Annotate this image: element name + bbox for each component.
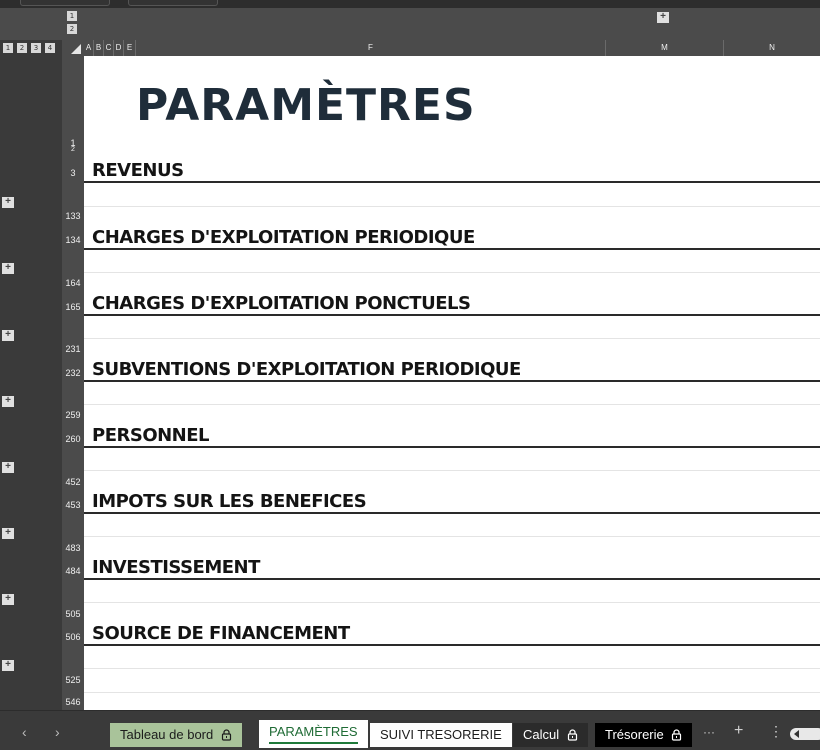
column-header-a[interactable]: A <box>84 40 94 56</box>
window-tab-stub <box>20 0 110 6</box>
section-label: IMPOTS SUR LES BENEFICES <box>92 491 367 512</box>
section-investissement[interactable]: INVESTISSEMENT <box>84 554 820 580</box>
expand-rows-icon[interactable]: + <box>2 462 14 473</box>
tab-label: Calcul <box>523 727 560 742</box>
active-tab-underline <box>269 742 358 744</box>
row-divider <box>84 470 820 471</box>
column-header-c[interactable]: C <box>104 40 114 56</box>
column-header-e[interactable]: E <box>124 40 136 56</box>
expand-rows-icon[interactable]: + <box>2 594 14 605</box>
column-outline-level-1[interactable]: 1 <box>67 11 77 21</box>
tab-suivi-tresorerie[interactable]: SUIVI TRESORERIE <box>370 723 512 747</box>
section-label: PERSONNEL <box>92 425 210 446</box>
row-header[interactable]: 165 <box>62 302 84 312</box>
expand-rows-icon[interactable]: + <box>2 660 14 671</box>
tab-label: SUIVI TRESORERIE <box>380 727 502 742</box>
options-icon[interactable]: ⋮ <box>769 723 783 740</box>
expand-columns-icon[interactable]: + <box>657 12 669 23</box>
more-sheets-icon[interactable]: ··· <box>703 725 715 739</box>
row-header[interactable]: 134 <box>62 235 84 245</box>
row-divider <box>84 206 820 207</box>
expand-rows-icon[interactable]: + <box>2 330 14 341</box>
row-divider <box>84 602 820 603</box>
title-strip <box>0 0 820 8</box>
select-all-icon <box>71 44 81 54</box>
column-outline-level-2[interactable]: 2 <box>67 24 77 34</box>
row-divider <box>84 272 820 273</box>
tab-parametres[interactable]: PARAMÈTRES <box>259 720 368 748</box>
row-outline-gutter <box>0 56 62 710</box>
section-financement[interactable]: SOURCE DE FINANCEMENT <box>84 620 820 646</box>
section-label: CHARGES D'EXPLOITATION PERIODIQUE <box>92 227 475 248</box>
column-header-row: 1 2 3 4 A B C D E F M N <box>0 40 820 56</box>
row-header[interactable]: 506 <box>62 632 84 642</box>
section-impots[interactable]: IMPOTS SUR LES BENEFICES <box>84 488 820 514</box>
worksheet-grid[interactable]: PARAMÈTRES REVENUS CHARGES D'EXPLOITATIO… <box>84 56 820 710</box>
row-header[interactable]: 231 <box>62 344 84 354</box>
section-subventions[interactable]: SUBVENTIONS D'EXPLOITATION PERIODIQUE <box>84 356 820 382</box>
lock-icon <box>221 729 231 741</box>
section-charges-ponctuels[interactable]: CHARGES D'EXPLOITATION PONCTUELS <box>84 290 820 316</box>
row-divider <box>84 404 820 405</box>
expand-rows-icon[interactable]: + <box>2 263 14 274</box>
tab-tableau-de-bord[interactable]: Tableau de bord <box>110 723 242 747</box>
tab-calcul[interactable]: Calcul <box>513 723 588 747</box>
page-title: PARAMÈTRES <box>136 80 476 131</box>
tab-label: PARAMÈTRES <box>269 724 358 739</box>
row-divider <box>84 536 820 537</box>
next-sheet-button[interactable]: › <box>55 724 60 740</box>
row-divider <box>84 338 820 339</box>
column-header-b[interactable]: B <box>94 40 104 56</box>
row-header[interactable]: 546 <box>62 697 84 707</box>
lock-icon <box>567 729 577 741</box>
tab-label: Tableau de bord <box>120 727 214 742</box>
section-label: REVENUS <box>92 160 184 181</box>
row-outline-levels: 1 2 3 4 <box>0 40 62 56</box>
expand-rows-icon[interactable]: + <box>2 528 14 539</box>
row-outline-level-4[interactable]: 4 <box>45 43 55 53</box>
row-header[interactable]: 452 <box>62 477 84 487</box>
column-header-n[interactable]: N <box>724 40 820 56</box>
scroll-left-icon[interactable] <box>794 730 799 738</box>
row-header[interactable]: 525 <box>62 675 84 685</box>
add-sheet-button[interactable]: + <box>734 722 743 740</box>
section-revenus[interactable]: REVENUS <box>84 157 820 183</box>
lock-icon <box>672 729 682 741</box>
row-header[interactable]: 2 <box>62 146 84 153</box>
expand-rows-icon[interactable]: + <box>2 396 14 407</box>
row-header[interactable]: 483 <box>62 543 84 553</box>
row-header[interactable]: 453 <box>62 500 84 510</box>
section-charges-periodique[interactable]: CHARGES D'EXPLOITATION PERIODIQUE <box>84 224 820 250</box>
section-label: CHARGES D'EXPLOITATION PONCTUELS <box>92 293 471 314</box>
horizontal-scrollbar[interactable] <box>790 728 820 740</box>
section-label: SOURCE DE FINANCEMENT <box>92 623 350 644</box>
row-divider <box>84 668 820 669</box>
row-header[interactable]: 133 <box>62 211 84 221</box>
row-divider <box>84 692 820 693</box>
tab-label: Trésorerie <box>605 727 664 742</box>
row-header[interactable]: 259 <box>62 410 84 420</box>
row-header[interactable]: 260 <box>62 434 84 444</box>
row-outline-level-2[interactable]: 2 <box>17 43 27 53</box>
window-tab-stub <box>128 0 218 6</box>
row-header[interactable]: 164 <box>62 278 84 288</box>
sheet-tab-bar: ‹ › Tableau de bord PARAMÈTRES SUIVI TRE… <box>0 710 820 750</box>
section-label: SUBVENTIONS D'EXPLOITATION PERIODIQUE <box>92 359 521 380</box>
row-header[interactable]: 3 <box>62 168 84 178</box>
expand-rows-icon[interactable]: + <box>2 197 14 208</box>
previous-sheet-button[interactable]: ‹ <box>22 724 27 740</box>
row-outline-level-3[interactable]: 3 <box>31 43 41 53</box>
select-all-corner[interactable] <box>62 40 84 56</box>
column-header-d[interactable]: D <box>114 40 124 56</box>
section-label: INVESTISSEMENT <box>92 557 260 578</box>
row-header[interactable]: 505 <box>62 609 84 619</box>
column-header-m[interactable]: M <box>606 40 724 56</box>
column-outline-area: 1 2 + <box>0 8 820 40</box>
row-header[interactable]: 484 <box>62 566 84 576</box>
tab-tresorerie[interactable]: Trésorerie <box>595 723 693 747</box>
section-personnel[interactable]: PERSONNEL <box>84 422 820 448</box>
row-header[interactable]: 232 <box>62 368 84 378</box>
column-header-f[interactable]: F <box>136 40 606 56</box>
row-outline-level-1[interactable]: 1 <box>3 43 13 53</box>
